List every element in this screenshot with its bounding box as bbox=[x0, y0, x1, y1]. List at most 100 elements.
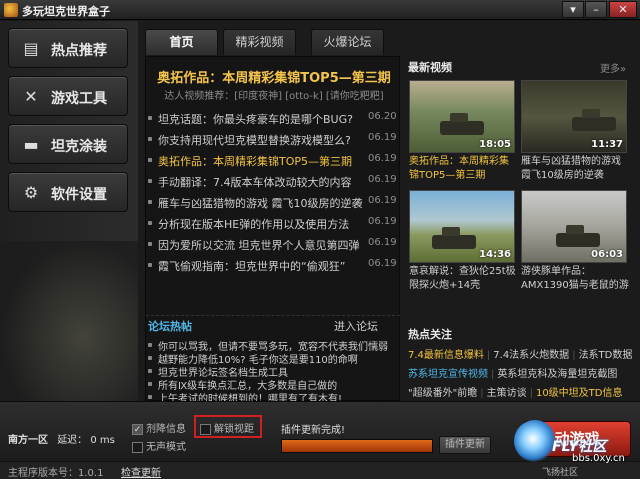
focus-link[interactable]: 英系坦克科及海量坦克截图 bbox=[497, 369, 617, 380]
watermark-site: bbs.0xy.cn bbox=[572, 453, 625, 464]
focus-link[interactable]: "超级番外"前瞻 bbox=[408, 388, 477, 399]
sidebar-item-label: 软件设置 bbox=[51, 187, 107, 203]
sidebar-item-hot-picks[interactable]: ▤ 热点推荐 bbox=[8, 28, 128, 68]
window-title: 多玩坦克世界盒子 bbox=[22, 5, 110, 18]
news-item-date: 06.19 bbox=[368, 195, 397, 206]
video-thumbnail[interactable]: 11:37 bbox=[521, 80, 627, 153]
bullet-icon bbox=[148, 343, 152, 347]
title-bar: 多玩坦克世界盒子 ▾ – ✕ bbox=[0, 0, 640, 20]
focus-link[interactable]: 苏系坦克宣传视频 bbox=[408, 369, 488, 380]
video-thumbnail[interactable]: 06:03 bbox=[521, 190, 627, 263]
video-duration: 18:05 bbox=[479, 139, 511, 150]
document-icon: ▤ bbox=[23, 39, 39, 58]
checkbox-box[interactable]: ✓ bbox=[132, 423, 143, 435]
checkbox-box[interactable] bbox=[200, 423, 211, 435]
bullet-icon bbox=[148, 382, 152, 386]
separator: | bbox=[480, 388, 484, 399]
news-item[interactable]: 雁车与凶猛猎物的游戏 霞飞10级房的逆袭 06.19 bbox=[146, 193, 400, 211]
close-button[interactable]: ✕ bbox=[609, 1, 637, 18]
news-item[interactable]: 因为爱所以交流 坦克世界个人意见第四弹 06.19 bbox=[146, 235, 400, 253]
news-item-title: 因为爱所以交流 坦克世界个人意见第四弹 bbox=[158, 239, 360, 252]
bullet-icon bbox=[148, 179, 152, 183]
news-item-title: 你支持用现代坦克模型替换游戏模型么? bbox=[158, 134, 351, 147]
separator: | bbox=[486, 350, 491, 361]
watermark-logo-icon bbox=[514, 420, 556, 462]
focus-link[interactable]: 主策访谈 bbox=[487, 388, 527, 399]
site-watermark: FLY社区 bbs.0xy.cn 飞扬社区 bbox=[514, 420, 638, 479]
checkbox-silent-mode[interactable]: 无声模式 bbox=[132, 438, 186, 453]
watermark-footer: 飞扬社区 bbox=[542, 468, 579, 478]
news-item-date: 06.19 bbox=[368, 153, 397, 164]
news-item[interactable]: 你支持用现代坦克模型替换游戏模型么? 06.19 bbox=[146, 130, 400, 148]
separator: | bbox=[491, 369, 495, 380]
news-subhead[interactable]: 达人视频推荐：[印度夜神] [otto-k] [请你吃粑粑] bbox=[149, 87, 399, 102]
gear-icon: ⚙ bbox=[23, 183, 39, 202]
sidebar-background-art bbox=[0, 241, 138, 401]
news-item-title: 霞飞偷观指南：坦克世界中的“偷观狂” bbox=[158, 260, 346, 273]
video-caption[interactable]: 奥拓作品：本周精彩集锦TOP5—第三期 bbox=[409, 155, 517, 183]
focus-link[interactable]: 7.4法系火炮数据 bbox=[493, 350, 569, 361]
video-thumbnail[interactable]: 18:05 bbox=[409, 80, 515, 153]
news-item[interactable]: 手动翻译：7.4版本车体改动较大的内容 06.19 bbox=[146, 172, 400, 190]
video-caption[interactable]: 游侠豚单作品：AMX1390猫与老鼠的游 bbox=[521, 265, 629, 293]
menu-button[interactable]: ▾ bbox=[562, 1, 584, 18]
right-column: 最新视频 更多» 18:05 11:37 14:36 06:03 奥拓作品：本周… bbox=[408, 56, 638, 417]
news-item-title: 奥拓作品：本周精彩集锦TOP5—第三期 bbox=[158, 155, 353, 168]
bullet-icon bbox=[148, 263, 152, 267]
forum-header: 论坛热帖 进入论坛 bbox=[146, 315, 400, 333]
version-label: 主程序版本号：1.0.1 bbox=[8, 468, 104, 479]
video-duration: 14:36 bbox=[479, 249, 511, 260]
video-caption[interactable]: 意哀解说：查狄伦25t极限探火炮+14壳 bbox=[409, 265, 517, 293]
tab-forum[interactable]: 火爆论坛 bbox=[311, 29, 384, 55]
focus-link[interactable]: 10级中坦及TD信息 bbox=[536, 388, 623, 399]
news-item[interactable]: 坦克话题：你最头疼豪车的是哪个BUG? 06.20 bbox=[146, 109, 400, 127]
minimize-button[interactable]: – bbox=[585, 1, 607, 18]
news-item[interactable]: 霞飞偷观指南：坦克世界中的“偷观狂” 06.19 bbox=[146, 256, 400, 274]
news-item-date: 06.19 bbox=[368, 174, 397, 185]
more-videos-link[interactable]: 更多» bbox=[600, 60, 626, 75]
news-item-date: 06.19 bbox=[368, 216, 397, 227]
news-item-title: 雁车与凶猛猎物的游戏 霞飞10级房的逆袭 bbox=[158, 197, 363, 210]
enter-forum-link[interactable]: 进入论坛 bbox=[334, 318, 378, 334]
checkbox-unlock-view-range[interactable]: 解锁视距 bbox=[200, 420, 254, 435]
app-logo-icon bbox=[4, 3, 18, 17]
news-item-date: 06.19 bbox=[368, 258, 397, 269]
focus-line: 7.4最新信息爆料 | 7.4法系火炮数据 | 法系TD数据 bbox=[408, 346, 638, 362]
video-thumbnail[interactable]: 14:36 bbox=[409, 190, 515, 263]
checkbox-label: 无声模式 bbox=[146, 442, 186, 453]
checkbox-label: 剂降信息 bbox=[146, 424, 186, 435]
news-headline[interactable]: 奥拓作品：本周精彩集锦TOP5—第三期 bbox=[149, 67, 399, 86]
news-panel: 奥拓作品：本周精彩集锦TOP5—第三期 达人视频推荐：[印度夜神] [otto-… bbox=[145, 56, 400, 405]
tab-videos[interactable]: 精彩视频 bbox=[223, 29, 296, 55]
sidebar-item-tank-skins[interactable]: ▬ 坦克涂装 bbox=[8, 124, 128, 164]
checkbox-filter-info[interactable]: ✓ 剂降信息 bbox=[132, 420, 186, 435]
tab-home[interactable]: 首页 bbox=[145, 29, 218, 55]
focus-link[interactable]: 7.4最新信息爆料 bbox=[408, 350, 484, 361]
news-item-date: 06.20 bbox=[368, 111, 397, 122]
video-caption[interactable]: 雁车与凶猛猎物的游戏 霞飞10级房的逆袭 bbox=[521, 155, 629, 183]
tab-bar: 首页 精彩视频 火爆论坛 bbox=[138, 21, 400, 57]
sidebar-item-label: 游戏工具 bbox=[51, 91, 107, 107]
video-duration: 06:03 bbox=[591, 249, 623, 260]
focus-link[interactable]: 法系TD数据 bbox=[579, 350, 633, 361]
focus-line: "超级番外"前瞻 | 主策访谈 | 10级中坦及TD信息 bbox=[408, 384, 638, 400]
news-item[interactable]: 分析现在版本HE弹的作用以及使用方法 06.19 bbox=[146, 214, 400, 232]
sidebar: ▤ 热点推荐 ✕ 游戏工具 ▬ 坦克涂装 ⚙ 软件设置 bbox=[0, 21, 138, 401]
latest-videos-title: 最新视频 bbox=[408, 61, 452, 74]
sidebar-item-label: 坦克涂装 bbox=[51, 139, 107, 155]
plugin-update-button[interactable]: 插件更新 bbox=[439, 436, 491, 454]
check-update-link[interactable]: 检查更新 bbox=[121, 464, 161, 479]
progress-fill bbox=[282, 440, 432, 452]
server-region[interactable]: 南方一区 bbox=[8, 435, 48, 446]
bullet-icon bbox=[148, 200, 152, 204]
forum-title: 论坛热帖 bbox=[148, 320, 192, 333]
news-item-date: 06.19 bbox=[368, 132, 397, 143]
bullet-icon bbox=[148, 369, 152, 373]
bullet-icon bbox=[148, 221, 152, 225]
news-item[interactable]: 奥拓作品：本周精彩集锦TOP5—第三期 06.19 bbox=[146, 151, 400, 169]
sidebar-item-game-tools[interactable]: ✕ 游戏工具 bbox=[8, 76, 128, 116]
focus-line: 苏系坦克宣传视频 | 英系坦克科及海量坦克截图 bbox=[408, 365, 638, 381]
bullet-icon bbox=[148, 395, 152, 399]
checkbox-box[interactable] bbox=[132, 441, 143, 453]
sidebar-item-settings[interactable]: ⚙ 软件设置 bbox=[8, 172, 128, 212]
